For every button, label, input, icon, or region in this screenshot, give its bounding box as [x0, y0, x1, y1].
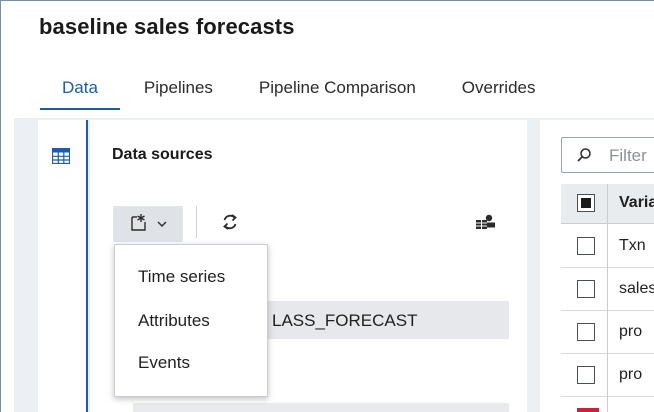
refresh-icon — [220, 212, 240, 237]
table-column-divider — [607, 184, 608, 412]
column-header-variable[interactable]: Variable — [619, 194, 654, 212]
database-settings-button[interactable] — [470, 206, 500, 242]
tab-bar: Data Pipelines Pipeline Comparison Overr… — [40, 70, 535, 110]
tab-pipelines[interactable]: Pipelines — [144, 70, 213, 110]
menu-item-attributes[interactable]: Attributes — [138, 311, 210, 331]
side-rail — [38, 120, 88, 412]
menu-item-events[interactable]: Events — [138, 353, 190, 373]
row-cell-variable: Txn — [619, 237, 646, 254]
menu-item-time-series[interactable]: Time series — [138, 267, 225, 287]
row-checkbox[interactable] — [577, 366, 595, 384]
row-checkbox[interactable] — [577, 237, 595, 255]
row-checkbox[interactable] — [577, 323, 595, 341]
data-source-row-label: LASS_FORECAST — [272, 311, 418, 330]
refresh-button[interactable] — [215, 206, 245, 242]
add-data-menu: Time series Attributes Events — [114, 244, 268, 397]
row-cell-variable: pro — [619, 366, 643, 383]
table-grid-icon[interactable] — [51, 147, 71, 165]
variables-panel: Filter Variable Txn sales pro pro — [540, 120, 654, 412]
tab-pipeline-comparison[interactable]: Pipeline Comparison — [259, 70, 416, 110]
row-cell-variable: pro — [619, 323, 643, 340]
row-checkbox[interactable] — [577, 280, 595, 298]
data-source-row-next[interactable] — [133, 403, 509, 412]
tab-data[interactable]: Data — [40, 70, 120, 110]
chevron-down-icon — [157, 215, 167, 233]
row-status-marker — [577, 408, 599, 412]
filter-input[interactable]: Filter — [561, 137, 654, 173]
tab-overrides[interactable]: Overrides — [462, 70, 536, 110]
toolbar-separator — [196, 206, 197, 238]
filter-placeholder: Filter — [609, 146, 647, 165]
database-settings-icon — [474, 212, 496, 237]
row-cell-variable: sales — [619, 280, 654, 297]
add-data-icon — [129, 212, 149, 237]
select-all-checkbox[interactable] — [577, 194, 595, 212]
search-icon — [576, 147, 592, 168]
page-title: baseline sales forecasts — [39, 14, 295, 39]
data-sources-title: Data sources — [112, 146, 213, 163]
add-data-source-button[interactable] — [113, 206, 183, 242]
